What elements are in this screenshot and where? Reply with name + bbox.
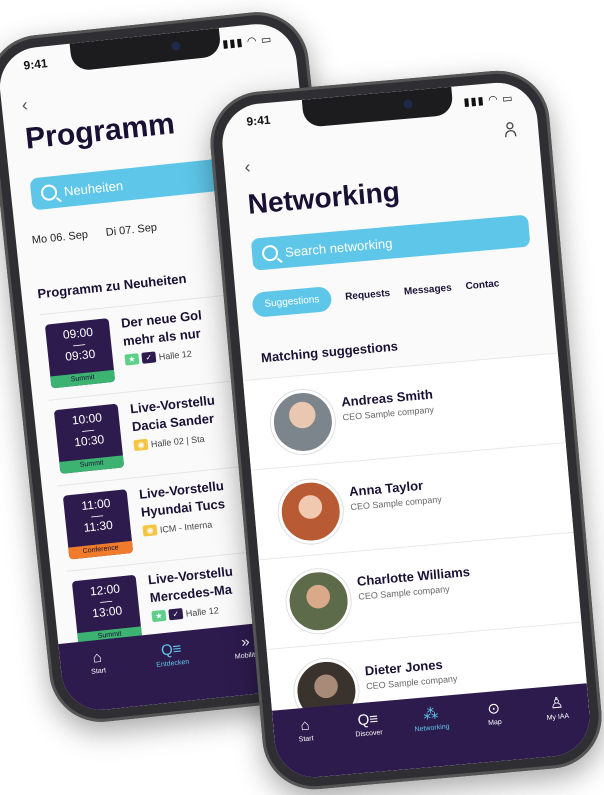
search-placeholder: Search networking [284, 235, 393, 260]
section-title: Matching suggestions [260, 338, 399, 366]
check-icon: ✓ [168, 607, 184, 621]
eye-icon: ◉ [133, 438, 149, 452]
star-icon: ★ [124, 353, 140, 366]
category-badge: Conference [68, 540, 134, 560]
back-chevron-icon[interactable]: ‹ [21, 94, 29, 116]
check-icon: ✓ [141, 351, 157, 364]
phone-networking: 9:41 ▮▮▮ ◠ ▭ ‹ Networking Search network… [206, 66, 604, 794]
avatar [283, 566, 354, 636]
page-title: Programm [23, 107, 177, 156]
avatar [276, 476, 346, 547]
section-title: Programm zu Neuheiten [36, 270, 188, 302]
item-title: Der neue Gol mehr als nur [120, 307, 203, 349]
home-icon: ⌂ [299, 716, 311, 735]
avatar [268, 387, 338, 457]
signal-wifi-battery-icon: ▮▮▮ ◠ ▭ [221, 33, 273, 51]
home-icon: ⌂ [91, 648, 103, 667]
tab-suggestions[interactable]: Suggestions [251, 286, 333, 318]
person-name: Charlotte Williams [356, 564, 471, 589]
item-meta: ★ ✓ Halle 12 [151, 604, 219, 623]
networking-icon: ⁂ [422, 705, 440, 724]
tab-contacts[interactable]: Contac [465, 278, 500, 292]
profile-icon[interactable] [504, 121, 517, 138]
back-chevron-icon[interactable]: ‹ [244, 157, 252, 178]
time-box: 09:00 — 09:30 Summit [44, 318, 116, 389]
star-icon: ★ [151, 609, 167, 623]
search-icon [261, 244, 279, 262]
tab-start[interactable]: ⌂ Start [280, 714, 330, 745]
notch [69, 27, 222, 72]
item-meta: ★ ✓ Halle 12 [124, 348, 192, 366]
search-icon [40, 183, 58, 202]
item-meta: ◉ Halle 02 | Sta [133, 433, 205, 452]
category-badge: Summit [59, 455, 125, 474]
day-tab[interactable]: Mo 06. Sep [31, 229, 88, 247]
time-box: 10:00 — 10:30 Summit [53, 403, 125, 474]
discover-icon: Q≡ [160, 640, 183, 660]
tab-map[interactable]: ⊙ Map [469, 697, 519, 728]
notch [301, 86, 454, 128]
tab-entdecken[interactable]: Q≡ Entdecken [146, 638, 197, 670]
tab-requests[interactable]: Requests [345, 288, 391, 303]
item-title: Live-Vorstellu Hyundai Tucs [138, 478, 226, 520]
category-badge: Summit [50, 369, 116, 389]
status-time: 9:41 [22, 56, 49, 73]
tab-start[interactable]: ⌂ Start [72, 646, 123, 678]
time-box: 11:00 — 11:30 Conference [62, 489, 134, 560]
tab-networking[interactable]: ⁂ Networking [406, 703, 456, 734]
tab-messages[interactable]: Messages [404, 283, 453, 298]
page-title: Networking [246, 175, 401, 220]
mobility-icon: » [240, 633, 251, 651]
tab-discover[interactable]: Q≡ Discover [343, 708, 393, 739]
discover-icon: Q≡ [356, 710, 379, 730]
networking-screen: 9:41 ▮▮▮ ◠ ▭ ‹ Networking Search network… [219, 79, 593, 781]
search-placeholder: Neuheiten [63, 177, 124, 199]
search-input[interactable]: Search networking [250, 214, 531, 271]
signal-wifi-battery-icon: ▮▮▮ ◠ ▭ [463, 92, 515, 109]
item-title: Live-Vorstellu Mercedes-Ma [147, 563, 234, 606]
day-tab[interactable]: Di 07. Sep [105, 222, 157, 239]
time-box: 12:00 — 13:00 Summit [71, 574, 143, 646]
item-meta: ◉ ICM - Interna [142, 518, 213, 537]
filter-tabs: Suggestions Requests Messages Contac [251, 267, 552, 318]
map-pin-icon: ⊙ [486, 699, 501, 718]
tab-my-iaa[interactable]: ♙ My IAA [532, 692, 582, 723]
eye-icon: ◉ [142, 524, 158, 537]
profile-icon: ♙ [549, 694, 565, 713]
item-title: Live-Vorstellu Dacia Sander [129, 392, 216, 435]
status-time: 9:41 [245, 112, 272, 129]
